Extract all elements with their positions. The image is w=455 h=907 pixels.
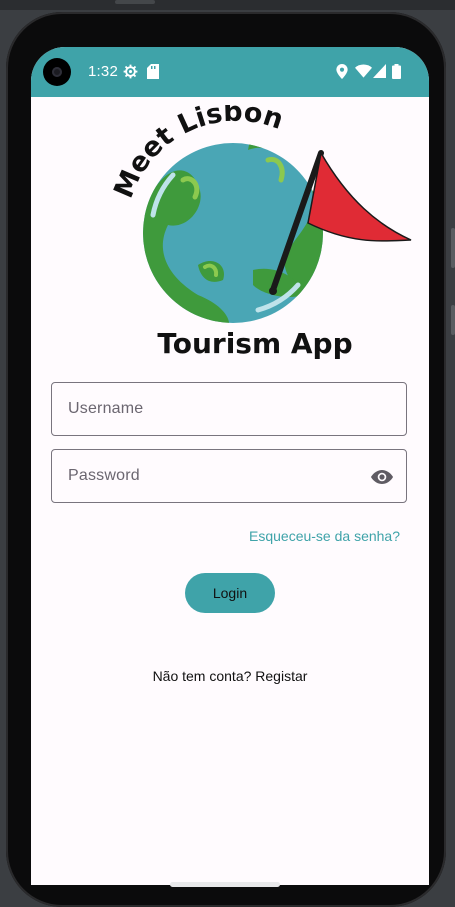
settings-icon bbox=[123, 64, 138, 79]
phone-frame: 1:32 eet Lisbon Tourism App Username Pas… bbox=[6, 12, 446, 907]
volume-button[interactable] bbox=[451, 305, 455, 335]
app-logo: Meet Lisbon Tourism App bbox=[113, 105, 412, 360]
eye-icon[interactable] bbox=[370, 465, 394, 489]
status-time: 1:32 bbox=[88, 63, 118, 80]
front-camera bbox=[43, 58, 71, 86]
battery-icon bbox=[392, 64, 401, 79]
password-field[interactable]: Password bbox=[51, 449, 407, 503]
register-link[interactable]: Não tem conta? Registar bbox=[31, 668, 429, 684]
toolbar-icon bbox=[115, 0, 155, 4]
emulator-toolbar bbox=[0, 0, 455, 10]
signal-icon bbox=[373, 64, 386, 78]
app-screen: 1:32 eet Lisbon Tourism App Username Pas… bbox=[31, 47, 429, 885]
password-placeholder: Password bbox=[68, 467, 140, 484]
forgot-password-link[interactable]: Esqueceu-se da senha? bbox=[249, 528, 400, 544]
power-button[interactable] bbox=[451, 228, 455, 268]
username-field[interactable]: Username bbox=[51, 382, 407, 436]
sd-card-icon bbox=[147, 64, 159, 79]
logo-subtitle: Tourism App bbox=[157, 327, 352, 360]
login-button[interactable]: Login bbox=[185, 573, 275, 613]
status-bar: 1:32 bbox=[31, 47, 429, 97]
wifi-icon bbox=[355, 64, 372, 78]
location-icon bbox=[336, 64, 348, 79]
username-placeholder: Username bbox=[68, 400, 144, 417]
home-indicator[interactable] bbox=[170, 882, 280, 887]
